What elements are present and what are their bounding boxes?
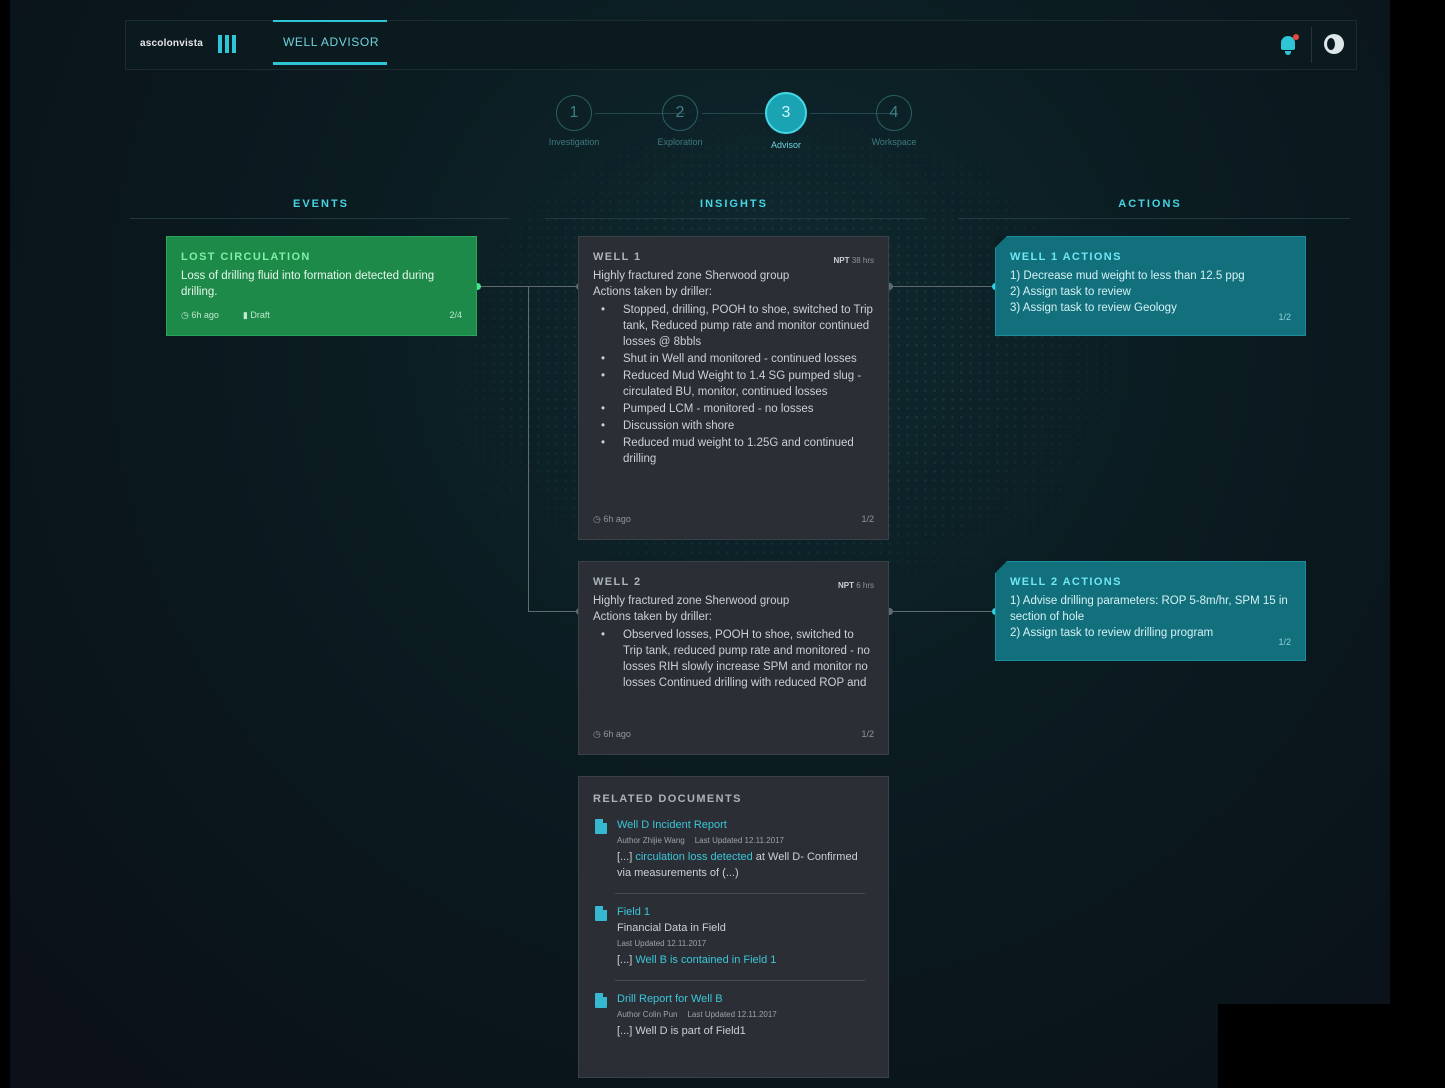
insight-title: WELL 1 (593, 251, 642, 263)
npt-badge: NPT 6 hrs (837, 581, 874, 590)
actions-heading: ACTIONS (1118, 198, 1182, 210)
step-exploration[interactable]: 2 Exploration (625, 95, 735, 147)
action-count: 1/2 (1278, 637, 1291, 647)
insight-count: 1/2 (861, 729, 874, 739)
list-item: Shut in Well and monitored - continued l… (601, 351, 874, 367)
insight-line: Actions taken by driller: (593, 286, 712, 298)
related-documents-title: RELATED DOCUMENTS (593, 793, 742, 805)
step-number: 4 (876, 95, 912, 131)
top-bar: ascolonvista WELL ADVISOR (125, 20, 1357, 70)
list-item: Pumped LCM - monitored - no losses (601, 401, 874, 417)
clock-icon: ◷ 6h ago (593, 514, 631, 524)
events-heading: EVENTS (292, 198, 349, 210)
action-card-well-2[interactable]: WELL 2 ACTIONS 1) Advise drilling parame… (995, 561, 1306, 661)
insight-line: Highly fractured zone Sherwood group (593, 595, 790, 607)
list-item: Reduced Mud Weight to 1.4 SG pumped slug… (601, 368, 874, 400)
clock-icon: ◷ 6h ago (593, 729, 631, 739)
insight-line: Actions taken by driller: (593, 611, 712, 623)
user-avatar-icon[interactable] (1324, 34, 1344, 54)
document-link[interactable]: Well D Incident Report (617, 817, 874, 833)
insight-line: Highly fractured zone Sherwood group (593, 270, 790, 282)
tab-well-advisor[interactable]: WELL ADVISOR (273, 20, 387, 65)
connector-line (528, 611, 580, 612)
bookmark-icon: ▮ Draft (242, 310, 270, 320)
connector-line (477, 286, 529, 287)
npt-badge: NPT 38 hrs (833, 256, 874, 265)
list-item: Observed losses, POOH to shoe, switched … (601, 627, 874, 691)
divider (958, 218, 1350, 219)
document-link[interactable]: Field 1 (617, 904, 874, 920)
insight-title: WELL 2 (593, 576, 642, 588)
event-meta: ◷ 6h ago ▮ Draft (181, 307, 270, 323)
step-number: 3 (765, 92, 807, 134)
divider (1311, 27, 1312, 63)
divider (130, 218, 510, 219)
action-line: 1) Decrease mud weight to less than 12.5… (1010, 270, 1245, 282)
document-meta: Author Zhijie Wang Last Updated 12.11.201… (617, 836, 784, 845)
document-icon (595, 906, 607, 921)
connector-line (528, 286, 580, 287)
document-icon (595, 819, 607, 834)
insight-card-well-1[interactable]: WELL 1 NPT 38 hrs Highly fractured zone … (578, 236, 889, 540)
step-label: Advisor (770, 140, 801, 150)
action-line: 2) Assign task to review drilling progra… (1010, 627, 1214, 639)
list-item: Reduced mud weight to 1.25G and continue… (601, 435, 874, 467)
step-investigation[interactable]: 1 Investigation (519, 95, 629, 147)
document-link[interactable]: Drill Report for Well B (617, 991, 874, 1007)
app-screen: ascolonvista WELL ADVISOR 1 Investigatio… (10, 0, 1390, 1088)
connector-line (528, 286, 529, 612)
notifications-button[interactable] (1270, 31, 1306, 59)
action-card-well-1[interactable]: WELL 1 ACTIONS 1) Decrease mud weight to… (995, 236, 1306, 336)
divider (615, 980, 865, 981)
document-meta: Author Colin Pun Last Updated 12.11.2017 (617, 1010, 777, 1019)
step-label: Investigation (548, 137, 600, 147)
document-meta: Last Updated 12.11.2017 (617, 939, 707, 948)
list-item: Stopped, drilling, POOH to shoe, switche… (601, 302, 874, 350)
step-number: 2 (662, 95, 698, 131)
list-item: Discussion with shore (601, 418, 874, 434)
step-label: Exploration (657, 137, 703, 147)
action-line: 1) Advise drilling parameters: ROP 5-8m/… (1010, 595, 1288, 623)
document-item: Field 1 Financial Data in Field Last Upd… (593, 904, 874, 968)
action-line: 2) Assign task to review (1010, 286, 1131, 298)
event-count: 2/4 (449, 310, 462, 320)
action-title: WELL 1 ACTIONS (1010, 251, 1122, 263)
divider (615, 893, 865, 894)
related-documents-panel: RELATED DOCUMENTS Well D Incident Report… (578, 776, 889, 1078)
insights-heading: INSIGHTS (700, 198, 768, 210)
clock-icon: ◷ 6h ago (181, 310, 219, 320)
insight-bullets: Observed losses, POOH to shoe, switched … (593, 627, 874, 692)
insight-footer: ◷ 6h ago 1/2 (593, 726, 874, 742)
step-label: Workspace (871, 137, 917, 147)
action-title: WELL 2 ACTIONS (1010, 576, 1122, 588)
occluding-overlay (1218, 1004, 1445, 1088)
notification-badge (1293, 34, 1299, 40)
document-item: Well D Incident Report Author Zhijie Wan… (593, 817, 874, 881)
document-item: Drill Report for Well B Author Colin Pun… (593, 991, 874, 1039)
brand-logo: ascolonvista (140, 38, 203, 49)
document-icon (595, 993, 607, 1008)
document-snippet: [...] Well D is part of Field1 (617, 1025, 746, 1037)
insight-count: 1/2 (861, 514, 874, 524)
connector-line (889, 286, 997, 287)
insight-bullets: Stopped, drilling, POOH to shoe, switche… (593, 302, 874, 467)
divider (545, 218, 925, 219)
step-number: 1 (556, 95, 592, 131)
document-snippet: [...] circulation loss detected at Well … (617, 851, 858, 879)
document-subtitle: Financial Data in Field (617, 922, 726, 934)
event-title: LOST CIRCULATION (181, 251, 311, 263)
step-workspace[interactable]: 4 Workspace (839, 95, 949, 147)
event-description: Loss of drilling fluid into formation de… (181, 270, 435, 298)
apps-grid-icon[interactable] (218, 35, 238, 55)
insight-card-well-2[interactable]: WELL 2 NPT 6 hrs Highly fractured zone S… (578, 561, 889, 755)
insight-footer: ◷ 6h ago 1/2 (593, 511, 874, 527)
document-snippet: [...] Well B is contained in Field 1 (617, 954, 777, 966)
action-line: 3) Assign task to review Geology (1010, 302, 1177, 314)
connector-line (889, 611, 997, 612)
action-count: 1/2 (1278, 312, 1291, 322)
step-advisor[interactable]: 3 Advisor (731, 92, 841, 150)
event-card-lost-circulation[interactable]: LOST CIRCULATION Loss of drilling fluid … (166, 236, 477, 336)
